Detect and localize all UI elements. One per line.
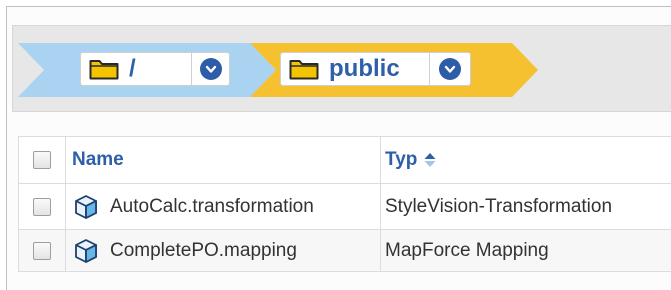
breadcrumb-public-dropdown-button[interactable] [430,53,470,85]
row-checkbox[interactable] [33,241,51,260]
row-type-cell: MapForce Mapping [381,230,671,272]
row-name-cell[interactable]: CompletePO.mapping [66,230,381,272]
breadcrumb-item-public[interactable]: public [250,43,540,97]
folder-icon [89,58,119,80]
breadcrumb-item-root[interactable]: / [18,43,278,97]
chevron-down-circle-icon [199,58,222,80]
select-all-cell [18,136,66,184]
folder-icon [289,58,319,80]
row-name-cell[interactable]: AutoCalc.transformation [66,184,381,230]
breadcrumb: / public [12,25,671,112]
breadcrumb-root-dropdown-button[interactable] [192,53,229,85]
cube-icon [72,193,100,221]
breadcrumb-root-box[interactable]: / [80,52,230,86]
breadcrumb-public-link[interactable]: public [281,53,429,85]
table-row[interactable]: AutoCalc.transformation StyleVision-Tran… [18,184,671,230]
breadcrumb-public-label: public [329,55,400,82]
table-row[interactable]: CompletePO.mapping MapForce Mapping [18,230,671,272]
column-header-name-label: Name [72,149,124,170]
file-name[interactable]: CompletePO.mapping [110,240,297,262]
chevron-down-circle-icon [439,58,461,80]
row-select-cell [18,184,66,230]
table-header-row: Name Typ [18,136,671,184]
breadcrumb-root-link[interactable]: / [81,53,191,85]
select-all-checkbox[interactable] [33,151,51,169]
row-select-cell [18,230,66,272]
file-name[interactable]: AutoCalc.transformation [110,196,314,218]
sort-ascending-icon[interactable] [423,152,437,168]
file-type: MapForce Mapping [385,239,549,261]
column-header-type[interactable]: Typ [381,136,671,184]
breadcrumb-root-label: / [129,55,136,82]
cube-icon [72,237,100,265]
breadcrumb-public-box[interactable]: public [280,52,471,86]
column-header-type-label: Typ [385,149,418,170]
row-checkbox[interactable] [33,197,51,216]
column-header-name[interactable]: Name [66,136,381,184]
file-type: StyleVision-Transformation [385,195,613,217]
row-type-cell: StyleVision-Transformation [381,184,671,230]
